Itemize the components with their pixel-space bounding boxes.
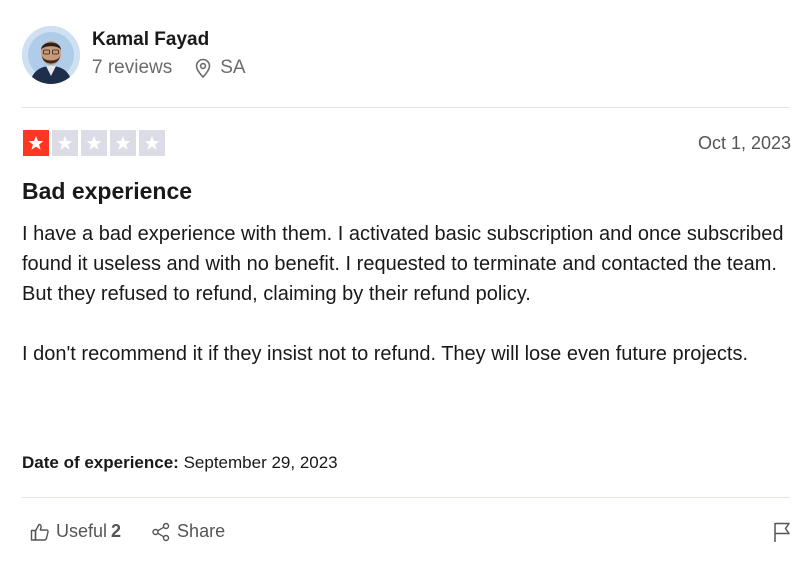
reviewer-location: SA bbox=[220, 56, 246, 78]
share-icon bbox=[151, 522, 171, 542]
useful-count: 2 bbox=[111, 521, 122, 541]
star-icon bbox=[28, 135, 44, 150]
star-icon bbox=[57, 135, 73, 150]
star-empty bbox=[110, 130, 136, 156]
review-date: Oct 1, 2023 bbox=[697, 133, 791, 153]
star-icon bbox=[115, 135, 131, 150]
star-icon bbox=[144, 135, 160, 150]
star-filled bbox=[23, 130, 49, 156]
star-icon bbox=[86, 135, 102, 150]
location-pin-icon bbox=[194, 58, 212, 78]
share-button[interactable]: Share bbox=[151, 521, 225, 542]
header-divider bbox=[22, 107, 790, 108]
flag-icon bbox=[772, 521, 792, 543]
reviewer-header: Kamal Fayad 7 reviews SA bbox=[22, 26, 246, 84]
avatar-photo bbox=[22, 26, 80, 84]
thumbs-up-icon bbox=[30, 522, 50, 542]
report-flag-button[interactable] bbox=[772, 521, 792, 543]
star-empty bbox=[52, 130, 78, 156]
review-title: Bad experience bbox=[22, 178, 193, 204]
review-body: I have a bad experience with them. I act… bbox=[22, 219, 792, 369]
star-rating bbox=[23, 130, 168, 156]
date-of-experience-label: Date of experience: bbox=[22, 453, 179, 472]
useful-label: Useful bbox=[56, 521, 108, 541]
useful-button[interactable]: Useful 2 bbox=[30, 521, 121, 542]
date-of-experience: Date of experience: September 29, 2023 bbox=[22, 453, 338, 473]
review-actions: Useful 2 Share bbox=[30, 521, 225, 542]
avatar[interactable] bbox=[22, 26, 80, 84]
share-label: Share bbox=[177, 521, 226, 541]
review-paragraph: I don't recommend it if they insist not … bbox=[22, 343, 749, 365]
footer-divider bbox=[22, 497, 790, 498]
star-empty bbox=[81, 130, 107, 156]
reviewer-name[interactable]: Kamal Fayad bbox=[92, 28, 246, 52]
star-empty bbox=[139, 130, 165, 156]
date-of-experience-value: September 29, 2023 bbox=[183, 453, 338, 472]
reviews-count: 7 reviews bbox=[92, 56, 173, 78]
review-paragraph: I have a bad experience with them. I act… bbox=[22, 223, 784, 305]
